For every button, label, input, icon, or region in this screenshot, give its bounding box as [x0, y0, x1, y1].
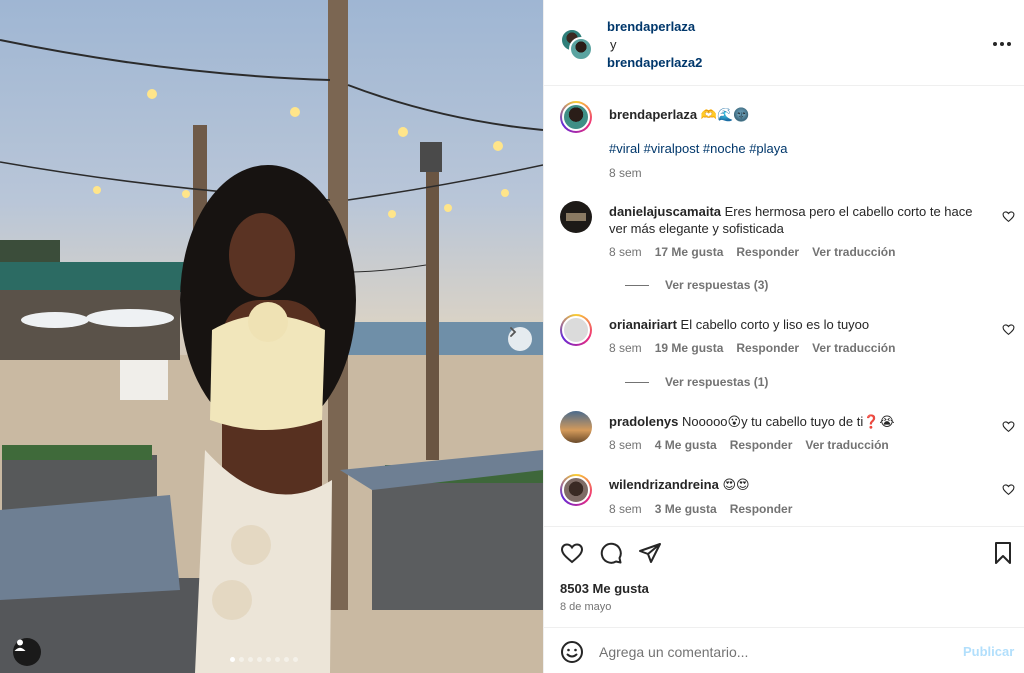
comment-meta: 8 sem 17 Me gusta Responder Ver traducci… — [609, 245, 895, 259]
post-image — [0, 0, 543, 673]
comment-time[interactable]: 8 sem — [609, 502, 642, 516]
comment-meta: 8 sem 19 Me gusta Responder Ver traducci… — [609, 341, 895, 355]
avatar — [569, 37, 593, 61]
post-header: brendaperlaza y brendaperlaza2 — [544, 0, 1024, 86]
avatar[interactable] — [560, 314, 592, 346]
save-bookmark-icon[interactable] — [991, 541, 1015, 565]
carousel-dot — [230, 657, 235, 662]
author-connector: y — [610, 37, 617, 52]
comment-username[interactable]: danielajuscamaita — [609, 204, 721, 219]
heart-icon[interactable] — [1002, 323, 1015, 336]
reply-button[interactable]: Responder — [736, 245, 799, 259]
comments-list[interactable]: brendaperlaza 🫶🌊🌚 #viral #viralpost #noc… — [544, 87, 1024, 525]
comment-meta: 8 sem 4 Me gusta Responder Ver traducció… — [609, 438, 889, 452]
translate-button[interactable]: Ver traducción — [812, 245, 895, 259]
carousel-dot — [239, 657, 244, 662]
avatar[interactable] — [560, 474, 592, 506]
translate-button[interactable]: Ver traducción — [812, 341, 895, 355]
comment-likes[interactable]: 17 Me gusta — [655, 245, 724, 259]
post-actions: 8503 Me gusta 8 de mayo — [544, 526, 1024, 626]
carousel-next-button[interactable] — [508, 327, 532, 351]
comment-username[interactable]: orianairiart — [609, 317, 677, 332]
reply-button[interactable]: Responder — [736, 341, 799, 355]
carousel-dot — [248, 657, 253, 662]
comment-composer: Publicar — [544, 627, 1024, 673]
tagged-users-button[interactable] — [13, 638, 41, 666]
carousel-dot — [293, 657, 298, 662]
comment-input[interactable] — [599, 640, 939, 664]
comment-likes[interactable]: 19 Me gusta — [655, 341, 724, 355]
like-heart-icon[interactable] — [560, 541, 584, 565]
comment-time[interactable]: 8 sem — [609, 438, 642, 452]
avatar[interactable] — [560, 411, 592, 443]
comment-text: 😍😍 — [722, 477, 750, 492]
author-link-1[interactable]: brendaperlaza — [607, 18, 702, 36]
carousel-dot — [275, 657, 280, 662]
carousel-dot — [257, 657, 262, 662]
comment-time[interactable]: 8 sem — [609, 166, 642, 180]
translate-button[interactable]: Ver traducción — [805, 438, 888, 452]
comment-likes[interactable]: 4 Me gusta — [655, 438, 717, 452]
caption-emojis: 🫶🌊🌚 — [700, 107, 750, 122]
comment-meta: 8 sem — [609, 166, 642, 180]
avatar[interactable] — [560, 201, 592, 233]
view-replies-label: Ver respuestas (1) — [665, 375, 769, 389]
chevron-right-icon — [510, 327, 517, 337]
reply-button[interactable]: Responder — [730, 438, 793, 452]
collab-avatars[interactable] — [560, 28, 594, 62]
author-link-2[interactable]: brendaperlaza2 — [607, 54, 702, 72]
view-replies-button[interactable]: Ver respuestas (1) — [625, 375, 768, 389]
replies-divider — [625, 381, 649, 383]
more-horizontal-icon[interactable] — [990, 35, 1014, 53]
comment-time[interactable]: 8 sem — [609, 245, 642, 259]
replies-divider — [625, 284, 649, 286]
post-date[interactable]: 8 de mayo — [560, 601, 611, 613]
emoji-icon[interactable] — [560, 640, 584, 664]
carousel-dot — [266, 657, 271, 662]
view-replies-label: Ver respuestas (3) — [665, 278, 769, 292]
comment-username[interactable]: brendaperlaza — [609, 107, 697, 122]
comment-username[interactable]: wilendrizandreina — [609, 477, 719, 492]
avatar[interactable] — [560, 101, 592, 133]
comment-time[interactable]: 8 sem — [609, 341, 642, 355]
reply-button[interactable]: Responder — [730, 502, 793, 516]
comment-text: Nooooo😮y tu cabello tuyo de ti❓😭 — [681, 414, 895, 429]
comment-likes[interactable]: 3 Me gusta — [655, 502, 717, 516]
post-detail-panel: brendaperlaza y brendaperlaza2 brendaper… — [543, 0, 1024, 673]
heart-icon[interactable] — [1002, 420, 1015, 433]
publish-button[interactable]: Publicar — [963, 644, 1014, 659]
caption-hashtags[interactable]: #viral #viralpost #noche #playa — [609, 141, 788, 156]
comment-meta: 8 sem 3 Me gusta Responder — [609, 502, 792, 516]
heart-icon[interactable] — [1002, 483, 1015, 496]
user-icon — [14, 639, 26, 651]
comment-icon[interactable] — [599, 541, 623, 565]
view-replies-button[interactable]: Ver respuestas (3) — [625, 278, 768, 292]
comment-text: El cabello corto y liso es lo tuyoo — [680, 317, 870, 332]
author-names: brendaperlaza y brendaperlaza2 — [607, 18, 702, 72]
post-photo[interactable] — [0, 0, 543, 673]
heart-icon[interactable] — [1002, 210, 1015, 223]
comment-username[interactable]: pradolenys — [609, 414, 678, 429]
carousel-dot — [284, 657, 289, 662]
likes-count[interactable]: 8503 Me gusta — [560, 581, 649, 596]
share-icon[interactable] — [638, 541, 662, 565]
carousel-indicator — [230, 657, 298, 662]
